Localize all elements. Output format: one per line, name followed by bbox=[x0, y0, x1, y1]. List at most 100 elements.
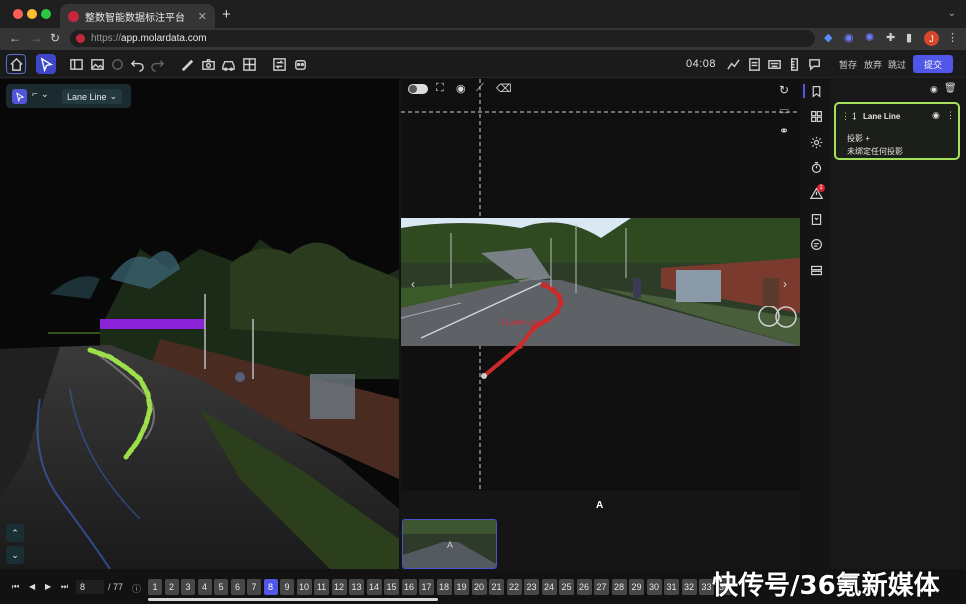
comments-icon[interactable] bbox=[806, 55, 824, 73]
page-button[interactable]: 32 bbox=[681, 579, 697, 595]
extensions-puzzle-icon[interactable]: ✚ bbox=[886, 31, 895, 44]
grid-icon[interactable] bbox=[240, 55, 258, 73]
page-button[interactable]: 26 bbox=[576, 579, 592, 595]
image-icon[interactable] bbox=[88, 55, 106, 73]
page-button[interactable]: 27 bbox=[594, 579, 609, 595]
undo-icon[interactable] bbox=[128, 55, 146, 73]
discard-button[interactable]: 放弃 bbox=[864, 58, 882, 71]
browser-menu-icon[interactable]: ⋮ bbox=[947, 31, 958, 44]
frame-number-input[interactable]: 8 bbox=[76, 580, 104, 594]
screen-icon[interactable]: ▭ bbox=[779, 104, 789, 117]
back-icon[interactable]: ← bbox=[9, 31, 21, 45]
page-button[interactable]: 14 bbox=[366, 579, 382, 595]
forward-icon[interactable]: → bbox=[30, 31, 42, 45]
close-window-button[interactable] bbox=[13, 9, 23, 19]
page-button[interactable]: 5 bbox=[214, 579, 228, 595]
grid-view-icon[interactable] bbox=[808, 108, 824, 124]
annotation-more-icon[interactable]: ⋮ bbox=[946, 110, 955, 121]
redo-icon[interactable] bbox=[148, 55, 166, 73]
page-button[interactable]: 6 bbox=[230, 579, 245, 595]
link-icon[interactable]: ⚭ bbox=[779, 124, 789, 138]
close-tab-icon[interactable]: ✕ bbox=[198, 10, 207, 23]
stopwatch-icon[interactable] bbox=[808, 159, 824, 175]
page-button[interactable]: 19 bbox=[454, 579, 469, 595]
page-button[interactable]: 7 bbox=[247, 579, 261, 595]
page-button[interactable]: 11 bbox=[314, 579, 329, 595]
page-button[interactable]: 4 bbox=[197, 579, 212, 595]
swap-icon[interactable] bbox=[270, 55, 288, 73]
first-frame-icon[interactable]: ⏮ bbox=[12, 582, 19, 592]
robot-icon[interactable] bbox=[291, 55, 309, 73]
add-projection-button[interactable]: 投影 + bbox=[847, 133, 870, 144]
bookmark-icon[interactable] bbox=[808, 211, 824, 227]
prev-frame-icon[interactable]: ◀ bbox=[29, 582, 35, 591]
layers-icon[interactable] bbox=[808, 262, 824, 278]
page-button[interactable]: 3 bbox=[181, 579, 195, 595]
car-icon[interactable] bbox=[219, 55, 237, 73]
new-tab-icon[interactable]: + bbox=[222, 6, 231, 23]
visibility-all-icon[interactable]: ◉ bbox=[930, 84, 938, 95]
select-tool-icon[interactable] bbox=[36, 54, 56, 74]
page-button[interactable]: 31 bbox=[664, 579, 679, 595]
camera-thumbnail[interactable]: A bbox=[402, 519, 497, 569]
page-button[interactable]: 13 bbox=[349, 579, 364, 595]
reload-icon[interactable]: ↻ bbox=[50, 31, 60, 45]
fit-view-icon[interactable]: ⛶ bbox=[436, 82, 444, 95]
comment-icon[interactable] bbox=[808, 236, 824, 252]
point-cloud-view[interactable] bbox=[0, 79, 399, 569]
select-mode-icon[interactable] bbox=[12, 89, 27, 104]
annotation-visibility-icon[interactable]: ◉ bbox=[932, 110, 940, 121]
page-scrollbar[interactable] bbox=[148, 598, 438, 601]
page-button[interactable]: 29 bbox=[629, 579, 644, 595]
lane-type-select[interactable]: Lane Line ⌄ bbox=[62, 89, 122, 104]
loading-icon[interactable] bbox=[108, 55, 126, 73]
ruler-icon[interactable] bbox=[785, 55, 803, 73]
page-button[interactable]: 20 bbox=[471, 579, 487, 595]
layout-panel-icon[interactable] bbox=[67, 55, 85, 73]
submit-button[interactable]: 提交 bbox=[913, 55, 953, 73]
skip-button[interactable]: 跳过 bbox=[888, 58, 906, 71]
side-panel-icon[interactable]: ▮ bbox=[906, 31, 912, 44]
browser-tab[interactable]: 整数智能数据标注平台 ✕ bbox=[60, 4, 215, 28]
document-icon[interactable] bbox=[745, 55, 763, 73]
toggle-switch[interactable] bbox=[408, 84, 428, 94]
last-frame-icon[interactable]: ⏭ bbox=[61, 582, 68, 592]
delete-all-icon[interactable]: 🗑 bbox=[944, 83, 957, 94]
brush-icon[interactable] bbox=[178, 55, 196, 73]
page-button[interactable]: 25 bbox=[559, 579, 574, 595]
keyboard-icon[interactable] bbox=[765, 55, 783, 73]
page-button[interactable]: 1 bbox=[148, 579, 162, 595]
page-button[interactable]: 30 bbox=[646, 579, 662, 595]
chart-icon[interactable] bbox=[724, 55, 742, 73]
save-draft-button[interactable]: 暂存 bbox=[839, 58, 857, 71]
extension-gem-icon[interactable]: ◆ bbox=[824, 31, 832, 44]
page-button[interactable]: 17 bbox=[419, 579, 434, 595]
annotation-card[interactable]: ⋮⋮ 1 Lane Line ◉ ⋮ 投影 + 未绑定任何投影 bbox=[834, 102, 960, 160]
page-button[interactable]: 18 bbox=[436, 579, 452, 595]
page-button[interactable]: 16 bbox=[401, 579, 417, 595]
page-button[interactable]: 21 bbox=[489, 579, 504, 595]
page-button[interactable]: 2 bbox=[164, 579, 179, 595]
maximize-window-button[interactable] bbox=[41, 9, 51, 19]
page-button[interactable]: 15 bbox=[384, 579, 399, 595]
zoom-in-icon[interactable]: ⌃ bbox=[6, 524, 24, 542]
page-button[interactable]: 8 bbox=[263, 579, 278, 595]
home-icon[interactable] bbox=[6, 54, 26, 74]
tab-list-chevron-icon[interactable]: ⌄ bbox=[948, 8, 956, 19]
page-button[interactable]: 28 bbox=[611, 579, 627, 595]
settings-icon[interactable] bbox=[808, 134, 824, 150]
page-button[interactable]: 24 bbox=[541, 579, 557, 595]
page-button[interactable]: 22 bbox=[506, 579, 522, 595]
info-icon[interactable]: ⓘ bbox=[132, 582, 141, 595]
extension-gear-icon[interactable]: ✺ bbox=[865, 31, 874, 44]
profile-avatar[interactable]: J bbox=[924, 31, 939, 46]
page-button[interactable]: 23 bbox=[524, 579, 539, 595]
ruler-icon[interactable]: ⟋ bbox=[476, 82, 484, 95]
eraser-icon[interactable]: ⌫ bbox=[496, 82, 512, 95]
lane-line-projection[interactable] bbox=[401, 270, 601, 390]
extension-ghost-icon[interactable]: ◉ bbox=[844, 31, 854, 44]
minimize-window-button[interactable] bbox=[27, 9, 37, 19]
page-button[interactable]: 9 bbox=[280, 579, 294, 595]
vehicle-bbox[interactable] bbox=[100, 319, 205, 329]
zoom-out-icon[interactable]: ⌄ bbox=[6, 546, 24, 564]
